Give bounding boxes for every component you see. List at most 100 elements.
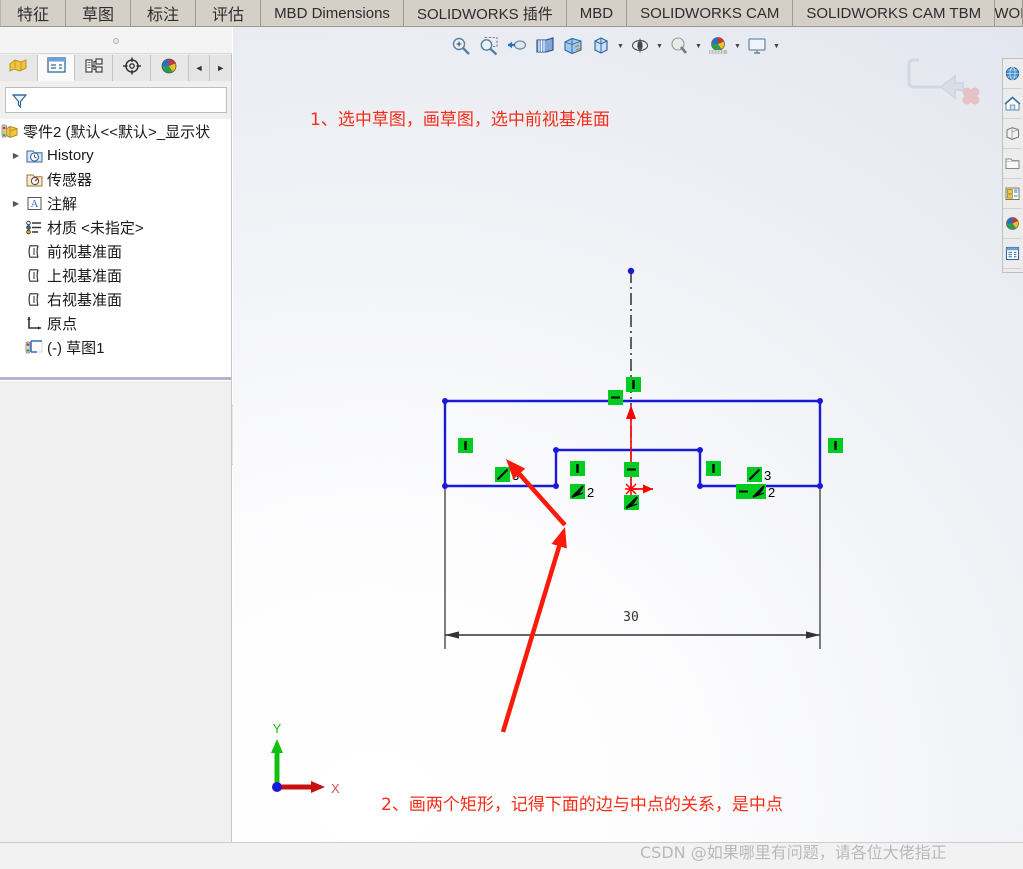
tree-item-9[interactable]: (-) 草图1: [0, 335, 231, 359]
ribbon-tab-8[interactable]: SOLIDWORKS CAM TBM: [793, 0, 996, 26]
constraint-collinear-1[interactable]: [608, 390, 623, 405]
panel-tab-scroll-right-icon[interactable]: ►: [210, 55, 233, 81]
constraint-vertical-0[interactable]: [626, 377, 641, 392]
material-icon: [24, 218, 44, 237]
sketch-vertex-0[interactable]: [442, 398, 448, 404]
panel-tab-property-manager-icon[interactable]: [37, 55, 76, 81]
constraint-horizontal-5[interactable]: 3: [747, 467, 771, 483]
constraint-midpoint-10[interactable]: [624, 495, 639, 510]
tree-item-label: 材质 <未指定>: [47, 219, 144, 237]
file-explorer-icon[interactable]: [1003, 119, 1022, 149]
csdn-watermark: CSDN @如果哪里有问题，请各位大佬指正: [640, 843, 947, 862]
ribbon-tab-0[interactable]: 特征: [0, 0, 67, 26]
tree-item-7[interactable]: 右视基准面: [0, 287, 231, 311]
tree-item-2[interactable]: 传感器: [0, 167, 231, 191]
triad-y-label: Y: [273, 721, 282, 736]
panel-drag-handle[interactable]: [0, 27, 232, 54]
constraint-count: 2: [768, 485, 775, 500]
origin-y-arrow: [626, 405, 636, 419]
tree-item-label: 零件2 (默认<<默认>_显示状: [23, 123, 211, 141]
filter-input[interactable]: [5, 87, 227, 113]
constraint-vertical-3[interactable]: [828, 438, 843, 453]
ribbon-tab-6[interactable]: MBD: [566, 0, 628, 26]
triad-x-label: X: [331, 781, 340, 796]
ribbon-tab-9[interactable]: SOLIDWORKS In: [995, 0, 1023, 26]
tree-item-label: 上视基准面: [47, 267, 123, 285]
ribbon-tab-7[interactable]: SOLIDWORKS CAM: [627, 0, 794, 26]
sketch-vertex-6[interactable]: [553, 483, 559, 489]
tree-item-8[interactable]: 原点: [0, 311, 231, 335]
plane-icon: [24, 242, 44, 261]
origin-icon: [24, 314, 44, 333]
expand-arrow-icon[interactable]: ▶: [8, 151, 24, 160]
sketch-vertex-1[interactable]: [817, 398, 823, 404]
sketch-vertex-2[interactable]: [442, 483, 448, 489]
ribbon-tab-2[interactable]: 标注: [131, 0, 197, 26]
solidworks-window: 特征 草图 标注 评估 MBD Dimensions SOLIDWORKS 插件 MBD SO…: [0, 0, 1023, 869]
ribbon-tab-5[interactable]: SOLIDWORKS 插件: [403, 0, 567, 26]
pointer-arrow-shaft-1: [500, 545, 562, 733]
feature-manager-panel: ◄ ► 零件2 (默认<<默认>_显示状 ▶ History 传感器 ▶ A 注解 材质 <未指…: [0, 27, 233, 869]
annotations-icon: A: [24, 194, 44, 213]
constraint-vertical-7[interactable]: [706, 461, 721, 476]
sketch-icon: [24, 338, 44, 357]
tree-item-0[interactable]: 零件2 (默认<<默认>_显示状: [0, 119, 231, 143]
configuration-manager-icon: [83, 56, 105, 81]
sketch-vertex-7[interactable]: [697, 483, 703, 489]
constraint-vertical-6[interactable]: [570, 461, 585, 476]
panel-tab-feature-manager-icon[interactable]: [0, 55, 38, 81]
sketch-vertex-3[interactable]: [817, 483, 823, 489]
tree-empty-area: [0, 380, 231, 867]
tree-item-4[interactable]: 材质 <未指定>: [0, 215, 231, 239]
ribbon-tab-1[interactable]: 草图: [66, 0, 132, 26]
tree-item-3[interactable]: ▶ A 注解: [0, 191, 231, 215]
constraint-collinear-8[interactable]: [624, 462, 639, 477]
tree-item-5[interactable]: 前视基准面: [0, 239, 231, 263]
svg-text:A: A: [30, 198, 38, 210]
task-pane-sidebar: [1002, 58, 1023, 273]
custom-properties-icon[interactable]: [1003, 239, 1022, 269]
dimension-arrow-1: [806, 631, 820, 639]
sketch-vertex-5[interactable]: [697, 447, 703, 453]
panel-tab-strip: ◄ ►: [0, 55, 233, 81]
panel-tab-dimxpert-manager-icon[interactable]: [113, 55, 151, 81]
history-icon: [24, 146, 44, 165]
drag-dot-icon: [113, 38, 119, 44]
triad-y-arrowhead: [271, 739, 283, 753]
panel-tab-display-manager-icon[interactable]: [150, 55, 189, 81]
triad-origin-dot: [272, 782, 282, 792]
part-icon: [0, 122, 20, 141]
tree-item-label: 传感器: [47, 171, 93, 189]
sensors-icon: [24, 170, 44, 189]
origin-x-arrow: [643, 484, 653, 494]
solidworks-resources-icon[interactable]: [1003, 59, 1022, 89]
search-folder-icon[interactable]: [1003, 149, 1022, 179]
tree-item-label: 前视基准面: [47, 243, 123, 261]
sketch-vertex-4[interactable]: [553, 447, 559, 453]
pointer-arrow-shaft-0: [517, 472, 567, 527]
ribbon-tab-4[interactable]: MBD Dimensions: [261, 0, 404, 26]
constraint-midpoint-12[interactable]: 2: [751, 484, 775, 500]
feature-tree: 零件2 (默认<<默认>_显示状 ▶ History 传感器 ▶ A 注解 材质 <未指定> 前…: [0, 119, 231, 377]
view-palette-icon[interactable]: [1003, 179, 1022, 209]
design-library-icon[interactable]: [1003, 89, 1022, 119]
graphics-area[interactable]: ▼ ▼ ▼ ▼ ▼ 1、选中草图，画草图，选中前视基准面 2、画两个矩形，记得下面的边与…: [233, 27, 1023, 842]
dimension-label[interactable]: 30: [623, 610, 639, 625]
tree-item-1[interactable]: ▶ History: [0, 143, 231, 167]
tree-item-label: History: [47, 146, 94, 164]
constraint-vertical-2[interactable]: [458, 438, 473, 453]
ribbon-tab-3[interactable]: 评估: [196, 0, 262, 26]
sketch-canvas[interactable]: 30 3322 YX: [233, 27, 1023, 842]
triad-x-arrowhead: [311, 781, 325, 793]
panel-tab-configuration-manager-icon[interactable]: [75, 55, 114, 81]
constraint-midpoint-9[interactable]: 2: [570, 484, 594, 500]
tree-item-6[interactable]: 上视基准面: [0, 263, 231, 287]
appearances-scenes-icon[interactable]: [1003, 209, 1022, 239]
expand-arrow-icon[interactable]: ▶: [8, 199, 24, 208]
constraint-equal-11[interactable]: [736, 484, 751, 499]
centerline-endpoint[interactable]: [627, 267, 635, 275]
tree-item-label: (-) 草图1: [47, 339, 105, 357]
feature-manager-icon: [7, 56, 29, 81]
panel-tab-scroll-left-icon[interactable]: ◄: [188, 55, 211, 81]
property-manager-icon: [45, 55, 67, 80]
